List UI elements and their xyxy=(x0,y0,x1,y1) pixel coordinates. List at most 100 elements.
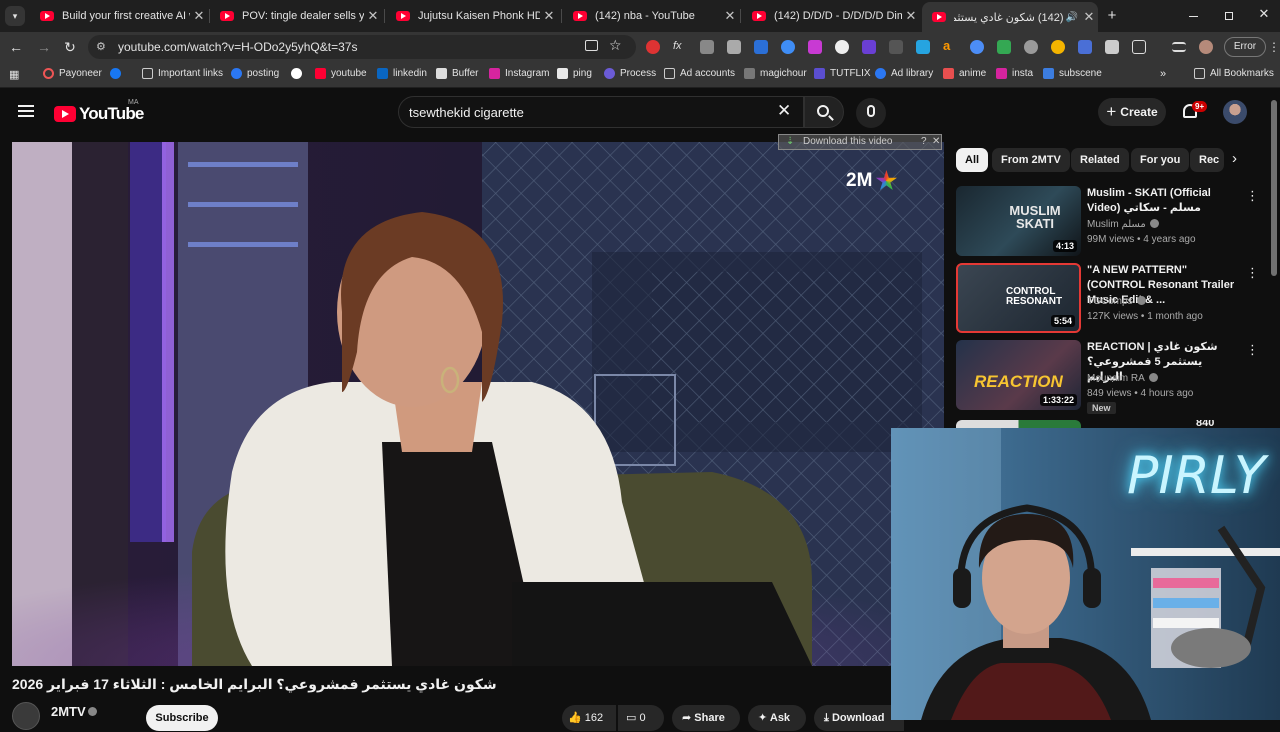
browser-tab-active[interactable]: (142) شكون غادي يستثمر فمشروعي 🔊 ✕ xyxy=(922,2,1098,32)
extension-download-icon[interactable] xyxy=(808,40,822,54)
all-bookmarks-button[interactable]: All Bookmarks xyxy=(1194,68,1274,79)
back-button[interactable]: ← xyxy=(6,38,26,56)
comments-button[interactable]: ▭ 0 xyxy=(618,705,664,731)
video-thumbnail[interactable]: MUSLIM SKATI 4:13 xyxy=(956,186,1081,256)
bookmark-youtube[interactable]: youtube xyxy=(315,68,367,79)
extension-icon[interactable] xyxy=(862,40,876,54)
extension-icon[interactable] xyxy=(1051,40,1065,54)
chip-from-channel[interactable]: From 2MTV xyxy=(992,148,1070,172)
channel-avatar[interactable] xyxy=(12,702,40,730)
video-player[interactable]: 2M xyxy=(12,142,944,666)
bookmark-subscene[interactable]: subscene xyxy=(1043,68,1102,79)
more-menu-icon[interactable]: ⋮ xyxy=(1268,40,1280,54)
extensions-puzzle-icon[interactable] xyxy=(1132,40,1146,54)
bookmark-payoneer[interactable]: Payoneer xyxy=(43,68,102,79)
restore-button[interactable] xyxy=(1221,8,1237,24)
extension-camera-icon[interactable] xyxy=(727,40,741,54)
extension-icon[interactable] xyxy=(1105,40,1119,54)
browser-tab[interactable]: Build your first creative AI work ✕ xyxy=(30,4,208,28)
voice-search-button[interactable] xyxy=(856,98,886,128)
more-actions-icon[interactable]: ⋮ xyxy=(1246,188,1259,204)
more-actions-icon[interactable]: ⋮ xyxy=(1246,265,1259,281)
close-icon[interactable]: ✕ xyxy=(1080,9,1098,25)
reload-button[interactable]: ↻ xyxy=(60,38,80,56)
create-button[interactable]: + Create xyxy=(1098,98,1166,126)
account-avatar[interactable] xyxy=(1223,100,1247,124)
help-icon[interactable]: ? xyxy=(921,136,927,147)
minimize-button[interactable] xyxy=(1186,8,1202,24)
bookmark-posting[interactable]: posting xyxy=(231,68,279,79)
scrollbar-thumb[interactable] xyxy=(1271,100,1277,276)
browser-tab[interactable]: Jujutsu Kaisen Phonk HD - YouT ✕ xyxy=(386,4,558,28)
tab-search-button[interactable]: ▾ xyxy=(5,6,25,26)
extension-icon[interactable] xyxy=(889,40,903,54)
browser-tab[interactable]: (142) nba - YouTube ✕ xyxy=(563,4,739,28)
like-button[interactable]: 👍 162 xyxy=(562,705,616,731)
extension-icon[interactable] xyxy=(754,40,768,54)
extension-icon[interactable] xyxy=(1024,40,1038,54)
bookmark-buffer[interactable]: Buffer xyxy=(436,68,479,79)
cast-icon[interactable] xyxy=(585,40,598,51)
forward-button[interactable]: → xyxy=(34,38,54,56)
bookmark-star-icon[interactable]: ☆ xyxy=(609,37,622,54)
bookmark-ping[interactable]: ping xyxy=(557,68,592,79)
close-icon[interactable]: ✕ xyxy=(364,8,382,24)
extension-icon[interactable] xyxy=(997,40,1011,54)
video-thumbnail[interactable]: CONTROL RESONANT 5:54 xyxy=(956,263,1081,333)
extension-icon[interactable] xyxy=(700,40,714,54)
related-video[interactable]: CONTROL RESONANT 5:54 "A NEW PATTERN" (C… xyxy=(956,263,1268,335)
close-icon[interactable]: ✕ xyxy=(932,136,940,147)
more-bookmarks-chevron-icon[interactable]: » xyxy=(1160,68,1166,80)
chevron-right-icon[interactable]: › xyxy=(1232,150,1237,167)
close-window-button[interactable]: ✕ xyxy=(1256,6,1272,24)
share-button[interactable]: ➦ Share xyxy=(672,705,740,731)
chip-for-you[interactable]: For you xyxy=(1131,148,1190,172)
related-video-partial[interactable]: 840 xyxy=(956,420,1256,428)
close-icon[interactable]: ✕ xyxy=(721,8,739,24)
hamburger-menu-icon[interactable] xyxy=(18,105,34,117)
media-controls-icon[interactable] xyxy=(1172,42,1186,52)
apps-grid-icon[interactable]: ▦ xyxy=(9,68,19,81)
extension-icon[interactable] xyxy=(646,40,660,54)
clear-search-icon[interactable]: ✕ xyxy=(777,101,791,121)
extension-amazon-icon[interactable]: a xyxy=(943,39,957,54)
audio-playing-icon[interactable]: 🔊 xyxy=(1066,12,1078,23)
close-icon[interactable]: ✕ xyxy=(540,8,558,24)
search-button[interactable] xyxy=(804,96,844,128)
browser-tab[interactable]: (142) D/D/D - D/D/D/D Dimens ✕ xyxy=(742,4,920,28)
extension-icon[interactable] xyxy=(1078,40,1092,54)
related-video[interactable]: MUSLIM SKATI 4:13 Muslim - SKATI (Offici… xyxy=(956,186,1268,258)
bookmark-ad-library[interactable]: Ad library xyxy=(875,68,933,79)
extension-icon[interactable] xyxy=(916,40,930,54)
address-bar[interactable]: ⚙ youtube.com/watch?v=H-ODo2y5yhQ&t=37s … xyxy=(88,35,636,59)
close-icon[interactable]: ✕ xyxy=(902,8,920,24)
bookmark-ad-accounts[interactable]: Ad accounts xyxy=(664,68,735,79)
more-actions-icon[interactable]: ⋮ xyxy=(1246,342,1259,358)
bookmark-instagram[interactable]: Instagram xyxy=(489,68,549,79)
chip-all[interactable]: All xyxy=(956,148,989,172)
extension-icon[interactable] xyxy=(970,40,984,54)
extension-link-icon[interactable] xyxy=(835,40,849,54)
bookmark-magichour[interactable]: magichour xyxy=(744,68,807,79)
bookmark-anime[interactable]: anime xyxy=(943,68,986,79)
site-info-icon[interactable]: ⚙ xyxy=(96,40,106,53)
bookmark-process[interactable]: Process xyxy=(604,68,656,79)
chip-related[interactable]: Related xyxy=(1071,148,1129,172)
search-input[interactable]: tsewthekid cigarette ✕ xyxy=(398,96,804,128)
bookmark-important-links[interactable]: Important links xyxy=(142,68,223,79)
extension-fx-icon[interactable]: fx xyxy=(673,40,687,54)
browser-tab[interactable]: POV: tingle dealer sells you $25 ✕ xyxy=(210,4,382,28)
bookmark-linkedin[interactable]: linkedin xyxy=(377,68,427,79)
close-icon[interactable]: ✕ xyxy=(190,8,208,24)
subscribe-button[interactable]: Subscribe xyxy=(146,705,218,731)
profile-error-button[interactable]: Error xyxy=(1224,37,1266,57)
profile-avatar-icon[interactable] xyxy=(1199,40,1213,54)
download-video-overlay[interactable]: ⇣ Download this video ? ✕ xyxy=(778,134,942,150)
bookmark-tutflix[interactable]: TUTFLIX xyxy=(814,68,871,79)
bookmark-insta[interactable]: insta xyxy=(996,68,1033,79)
new-tab-button[interactable]: + xyxy=(1103,7,1121,25)
chip-recent[interactable]: Rec xyxy=(1190,148,1224,172)
bookmark-facebook[interactable] xyxy=(110,68,126,79)
youtube-logo[interactable]: YouTube MA xyxy=(54,99,144,124)
video-thumbnail[interactable]: REACTION 1:33:22 xyxy=(956,340,1081,410)
